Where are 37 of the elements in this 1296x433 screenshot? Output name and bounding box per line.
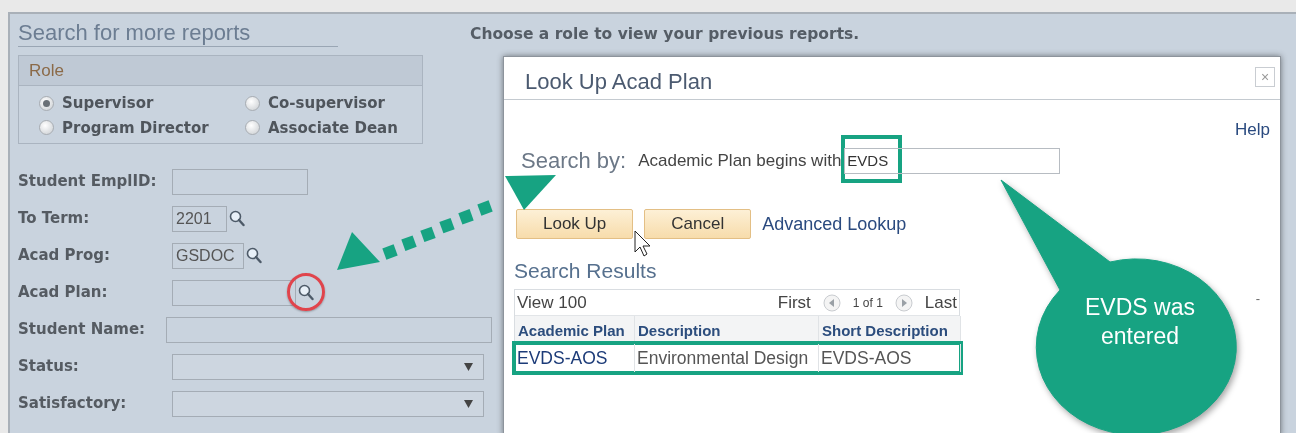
field-label: Acad Plan: bbox=[18, 282, 109, 304]
column-header: Academic Plan bbox=[515, 316, 635, 344]
field-label: Status: bbox=[18, 356, 80, 378]
column-header: Short Description bbox=[819, 316, 961, 344]
cancel-button[interactable]: Cancel bbox=[644, 209, 752, 239]
field-label: To Term: bbox=[18, 208, 91, 230]
input-field[interactable]: GSDOC bbox=[172, 242, 244, 269]
advanced-lookup-link[interactable]: Advanced Lookup bbox=[762, 210, 907, 238]
radio-label: Associate Dean bbox=[268, 117, 398, 139]
radio-label: Supervisor bbox=[62, 93, 154, 114]
field-label: Satisfactory: bbox=[18, 393, 128, 415]
result-link[interactable]: EVDS-AOS bbox=[515, 344, 635, 372]
radio-label: Co-supervisor bbox=[268, 93, 385, 114]
group-title: Role bbox=[19, 56, 422, 86]
instruction-text: Choose a role to view your previous reports. bbox=[470, 24, 860, 45]
radio-label: Program Director bbox=[62, 117, 209, 139]
first-link[interactable]: First bbox=[777, 289, 811, 316]
search-label: Search by: bbox=[521, 147, 627, 175]
field-label: Student Name: bbox=[18, 319, 147, 341]
field-label: Student EmplID: bbox=[18, 171, 158, 193]
section-heading: Search for more reports bbox=[18, 20, 338, 47]
last-link[interactable]: Last bbox=[924, 289, 957, 316]
search-field[interactable]: EVDS bbox=[844, 147, 1061, 174]
view-all-link[interactable]: View 100 bbox=[517, 289, 587, 316]
column-header: Description bbox=[635, 316, 819, 344]
dialog-title: Look Up Acad Plan bbox=[525, 69, 713, 94]
results-heading: Search Results bbox=[514, 259, 657, 283]
callout-text: EVDS was entered bbox=[1084, 293, 1196, 351]
field-label: Acad Prog: bbox=[18, 245, 111, 267]
table-cell: Environmental Design bbox=[635, 344, 819, 372]
page-count: 1 of 1 bbox=[852, 294, 883, 312]
input-field[interactable]: 2201 bbox=[172, 205, 227, 232]
lookup-button[interactable]: Look Up bbox=[516, 209, 634, 239]
dash-text: - bbox=[1255, 290, 1260, 308]
criterion-label: Academic Plan begins with bbox=[638, 149, 842, 172]
help-link[interactable]: Help bbox=[1235, 117, 1270, 143]
table-cell: EVDS-AOS bbox=[819, 344, 961, 372]
